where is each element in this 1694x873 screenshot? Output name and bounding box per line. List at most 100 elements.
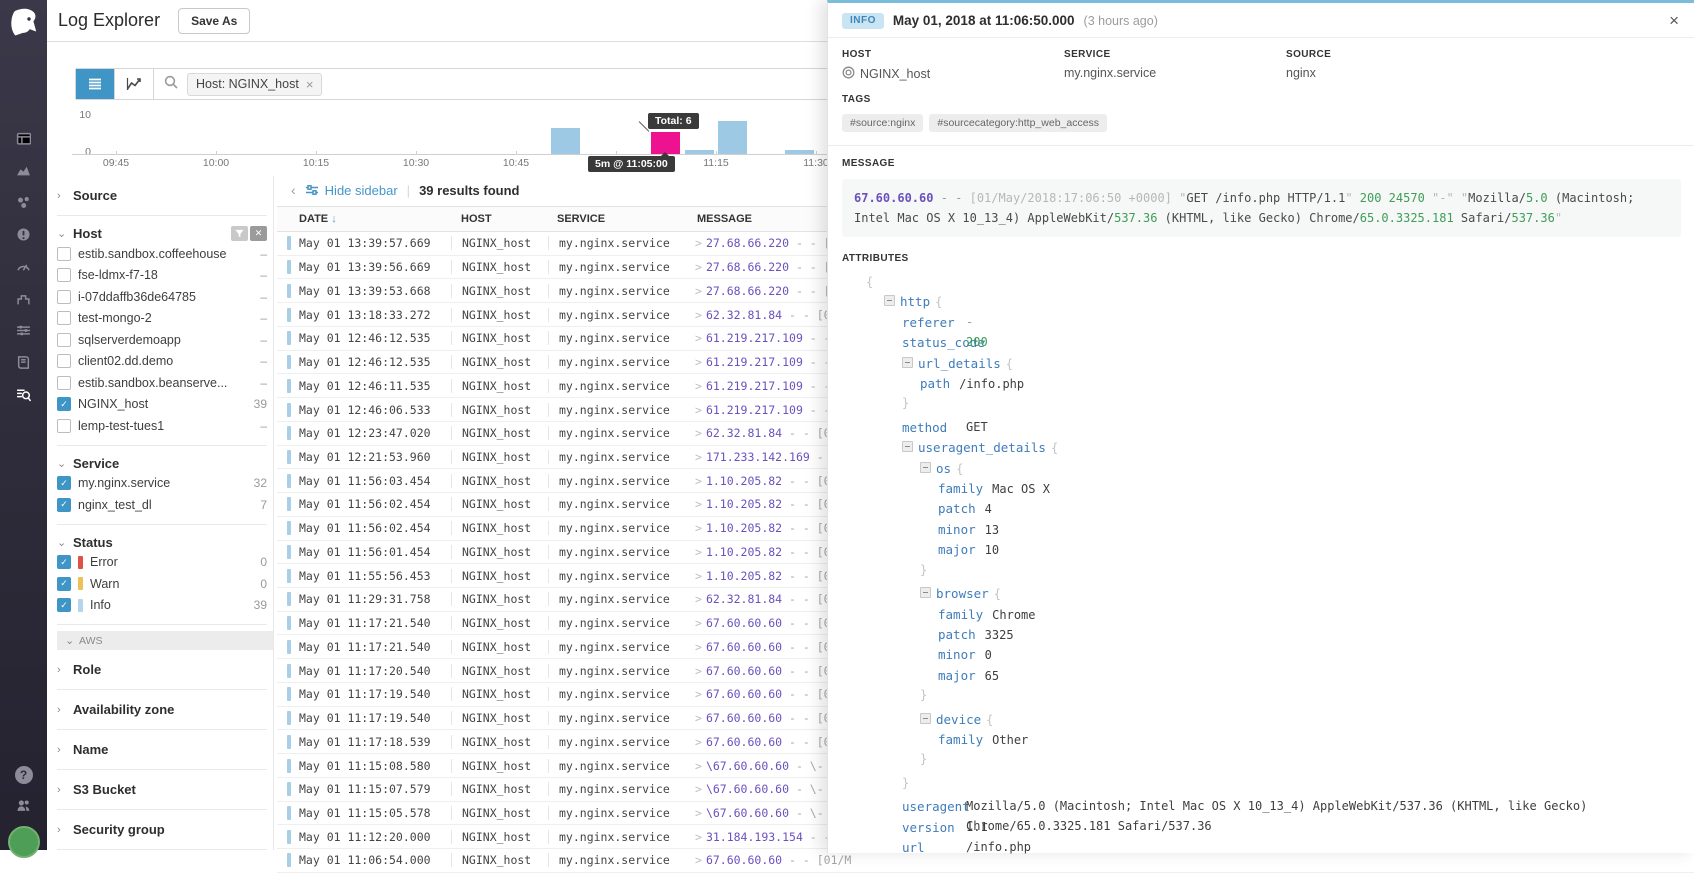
facet-header-s3-bucket[interactable]: › S3 Bucket	[57, 780, 267, 799]
attribute-key[interactable]: useragent_details	[918, 440, 1046, 455]
attribute-key[interactable]: major	[938, 542, 976, 557]
histogram-bar-11:25[interactable]	[784, 150, 814, 154]
analytics-view-toggle[interactable]	[115, 69, 154, 99]
checkbox[interactable]	[57, 289, 71, 304]
collapse-toggle-icon[interactable]	[920, 712, 931, 724]
attribute-key[interactable]: family	[938, 607, 983, 622]
integrations-icon[interactable]	[14, 289, 34, 307]
attribute-key[interactable]: version	[902, 820, 955, 835]
checkbox[interactable]: ✓	[57, 397, 71, 412]
checkbox[interactable]	[57, 311, 71, 326]
monitors-icon[interactable]	[14, 225, 34, 243]
service-value[interactable]: my.nginx.service	[1064, 66, 1156, 80]
collapse-toggle-icon[interactable]	[884, 295, 895, 307]
filter-tag-host[interactable]: Host: NGINX_host ×	[187, 72, 323, 96]
list-view-toggle[interactable]	[76, 69, 115, 99]
host-value[interactable]: NGINX_host	[860, 67, 930, 81]
datadog-logo-icon[interactable]	[7, 7, 41, 41]
facet-header-service[interactable]: ⌄ Service	[57, 454, 267, 473]
checkbox[interactable]: ✓	[57, 598, 71, 613]
facet-header-host[interactable]: ⌄ Host ✕	[57, 224, 267, 243]
checkbox[interactable]	[57, 268, 71, 283]
facet-item[interactable]: ✓ my.nginx.service 32	[57, 473, 267, 495]
attribute-key[interactable]: path	[920, 376, 950, 391]
facet-header-status[interactable]: ⌄ Status	[57, 533, 267, 552]
source-value[interactable]: nginx	[1286, 66, 1316, 80]
attribute-key[interactable]: http	[900, 294, 930, 309]
attribute-key[interactable]: referer	[902, 315, 955, 330]
facet-item[interactable]: ✓ nginx_test_dl 7	[57, 494, 267, 516]
column-header-message[interactable]: MESSAGE	[685, 213, 752, 225]
avatar-icon[interactable]	[7, 826, 40, 858]
histogram-bar-11:10[interactable]	[684, 150, 714, 154]
facet-item[interactable]: client02.dd.demo –	[57, 351, 267, 373]
checkbox[interactable]	[57, 354, 71, 369]
facet-item[interactable]: ✓ NGINX_host 39	[57, 394, 267, 416]
checkbox[interactable]: ✓	[57, 476, 71, 491]
attribute-key[interactable]: minor	[938, 522, 976, 537]
attribute-key[interactable]: method	[902, 420, 947, 435]
facet-header-security-group[interactable]: › Security group	[57, 820, 267, 839]
hide-sidebar-button[interactable]: Hide sidebar	[305, 183, 398, 198]
notebooks-icon[interactable]	[14, 353, 34, 371]
facet-group-aws[interactable]: ⌄ AWS	[57, 631, 273, 650]
facet-item[interactable]: estib.sandbox.coffeehouse –	[57, 243, 267, 265]
attribute-key[interactable]: major	[938, 668, 976, 683]
attribute-key[interactable]: url_details	[918, 356, 1001, 371]
host-map-icon[interactable]	[14, 193, 34, 211]
attribute-key[interactable]: useragent	[902, 799, 970, 814]
attribute-key[interactable]: patch	[938, 501, 976, 516]
checkbox[interactable]	[57, 332, 71, 347]
tag-pill[interactable]: #sourcecategory:http_web_access	[929, 114, 1108, 132]
facet-clear-icon[interactable]: ✕	[250, 226, 267, 241]
facet-item[interactable]: fse-ldmx-f7-18 –	[57, 265, 267, 287]
checkbox[interactable]	[57, 375, 71, 390]
facet-item[interactable]: ✓ Info 39	[57, 595, 267, 617]
attribute-key[interactable]: url	[902, 840, 925, 855]
tag-pill[interactable]: #source:nginx	[842, 114, 924, 132]
attribute-key[interactable]: minor	[938, 647, 976, 662]
attribute-key[interactable]: os	[936, 461, 951, 476]
histogram-bar-10:50[interactable]	[551, 128, 581, 154]
remove-filter-icon[interactable]: ×	[306, 77, 314, 92]
collapse-toggle-icon[interactable]	[920, 587, 931, 599]
users-icon[interactable]	[14, 796, 34, 814]
checkbox[interactable]	[57, 418, 71, 433]
column-header-host[interactable]: HOST	[451, 213, 547, 225]
facet-filter-icon[interactable]	[231, 226, 248, 241]
attribute-key[interactable]: family	[938, 732, 983, 747]
checkbox[interactable]	[57, 246, 71, 261]
facet-item[interactable]: i-07ddaffb36de64785 –	[57, 286, 267, 308]
facet-header-availability-zone[interactable]: › Availability zone	[57, 700, 267, 719]
facet-item[interactable]: ✓ Error 0	[57, 552, 267, 574]
collapse-toggle-icon[interactable]	[902, 356, 913, 368]
attribute-key[interactable]: family	[938, 481, 983, 496]
pipelines-icon[interactable]	[14, 321, 34, 339]
column-header-date[interactable]: DATE ↓	[277, 213, 451, 225]
histogram-bar-11:05[interactable]	[651, 131, 681, 154]
facet-item[interactable]: lemp-test-tues1 –	[57, 415, 267, 437]
infrastructure-icon[interactable]	[14, 161, 34, 179]
help-icon[interactable]: ?	[14, 766, 33, 784]
checkbox[interactable]: ✓	[57, 555, 71, 570]
dashboards-icon[interactable]	[14, 129, 34, 147]
attribute-key[interactable]: device	[936, 712, 981, 727]
collapse-toggle-icon[interactable]	[920, 461, 931, 473]
facet-item[interactable]: sqlserverdemoapp –	[57, 329, 267, 351]
facet-item[interactable]: ✓ Warn 0	[57, 573, 267, 595]
collapse-toggle-icon[interactable]	[902, 441, 913, 453]
close-icon[interactable]: ×	[1669, 12, 1679, 29]
attribute-key[interactable]: patch	[938, 627, 976, 642]
checkbox[interactable]: ✓	[57, 576, 71, 591]
log-explorer-icon[interactable]	[14, 385, 34, 403]
apm-icon[interactable]	[14, 257, 34, 275]
facet-item[interactable]: estib.sandbox.beanserve... –	[57, 372, 267, 394]
collapse-chevron-icon[interactable]: ‹	[291, 182, 296, 198]
save-as-button[interactable]: Save As	[178, 7, 251, 34]
histogram-bar-11:15[interactable]	[718, 120, 747, 154]
attribute-key[interactable]: browser	[936, 586, 989, 601]
facet-item[interactable]: test-mongo-2 –	[57, 308, 267, 330]
column-header-service[interactable]: SERVICE	[547, 213, 685, 225]
facet-header-role[interactable]: › Role	[57, 660, 267, 679]
checkbox[interactable]: ✓	[57, 497, 71, 512]
